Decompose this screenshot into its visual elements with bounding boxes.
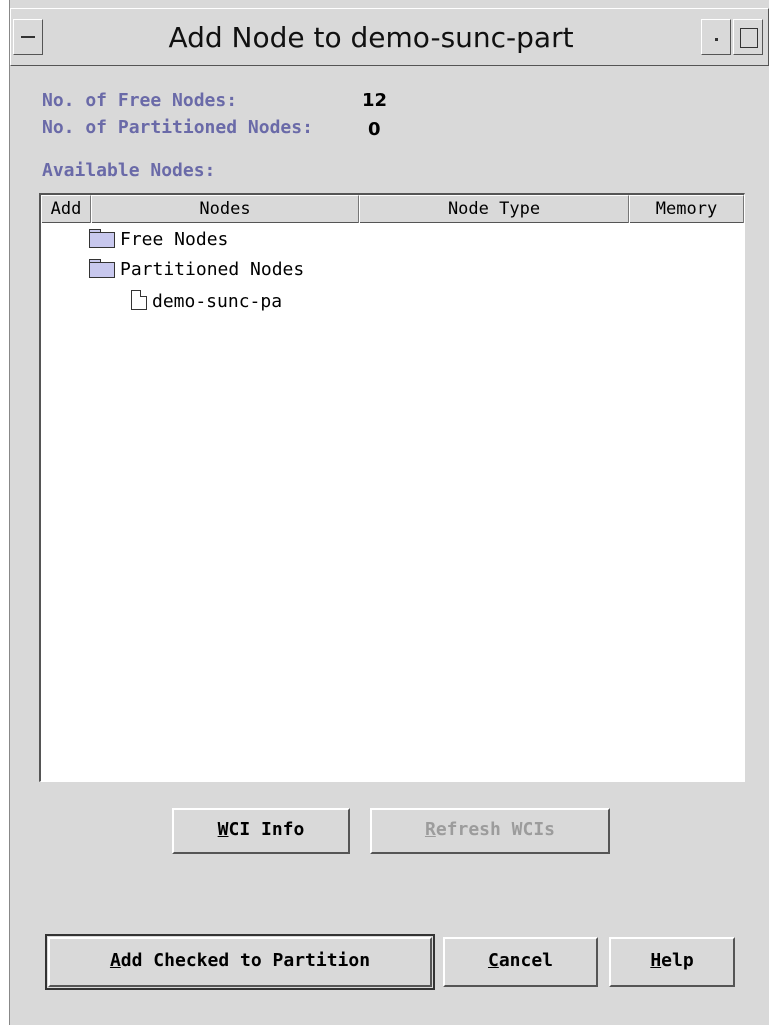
wci-info-mnemonic: W xyxy=(217,819,229,840)
refresh-wcis-button[interactable]: Refresh WCIs xyxy=(370,808,610,854)
column-header-memory[interactable]: Memory xyxy=(629,195,744,223)
table-header: Add Nodes Node Type Memory xyxy=(41,195,744,223)
wci-info-button[interactable]: WCI Info xyxy=(172,808,350,854)
window-title: Add Node to demo-sunc-part xyxy=(168,21,574,54)
tree-node-label: Partitioned Nodes xyxy=(120,259,305,280)
window-menu-button[interactable] xyxy=(13,19,43,55)
help-label: elp xyxy=(661,950,694,971)
wci-info-label: CI Info xyxy=(228,819,305,840)
available-nodes-label: Available Nodes: xyxy=(42,160,216,181)
nodes-tree-table[interactable]: Add Nodes Node Type Memory Free Nodes Pa… xyxy=(39,193,745,782)
column-header-nodes[interactable]: Nodes xyxy=(91,195,359,223)
tree-node-demo-sunc-pa[interactable]: demo-sunc-pa xyxy=(131,287,282,317)
tree-node-partitioned-nodes[interactable]: Partitioned Nodes xyxy=(89,255,304,285)
title-bar[interactable]: Add Node to demo-sunc-part xyxy=(10,8,769,66)
cancel-button[interactable]: Cancel xyxy=(443,937,598,987)
free-nodes-label: No. of Free Nodes: xyxy=(42,90,238,111)
add-checked-mnemonic: A xyxy=(109,950,121,971)
tree-node-label: Free Nodes xyxy=(120,229,229,250)
cancel-label: ancel xyxy=(498,950,554,971)
column-header-node-type[interactable]: Node Type xyxy=(359,195,629,223)
folder-icon xyxy=(89,259,115,278)
partitioned-nodes-label: No. of Partitioned Nodes: xyxy=(42,117,313,138)
help-button[interactable]: Help xyxy=(609,937,735,987)
add-checked-to-partition-button[interactable]: Add Checked to Partition xyxy=(45,934,435,990)
minimize-button[interactable] xyxy=(701,19,731,55)
file-icon xyxy=(131,290,147,310)
refresh-wcis-label: efresh WCIs xyxy=(435,819,556,840)
tree-node-label: demo-sunc-pa xyxy=(152,291,283,312)
help-mnemonic: H xyxy=(650,950,662,971)
column-header-add[interactable]: Add xyxy=(41,195,91,223)
maximize-button[interactable] xyxy=(733,19,763,55)
folder-icon xyxy=(89,229,115,248)
partitioned-nodes-count: 0 xyxy=(368,119,381,140)
cancel-mnemonic: C xyxy=(487,950,499,971)
add-checked-label: dd Checked to Partition xyxy=(120,950,371,971)
free-nodes-count: 12 xyxy=(362,90,388,111)
tree-node-free-nodes[interactable]: Free Nodes xyxy=(89,225,228,255)
refresh-wcis-mnemonic: R xyxy=(424,819,436,840)
